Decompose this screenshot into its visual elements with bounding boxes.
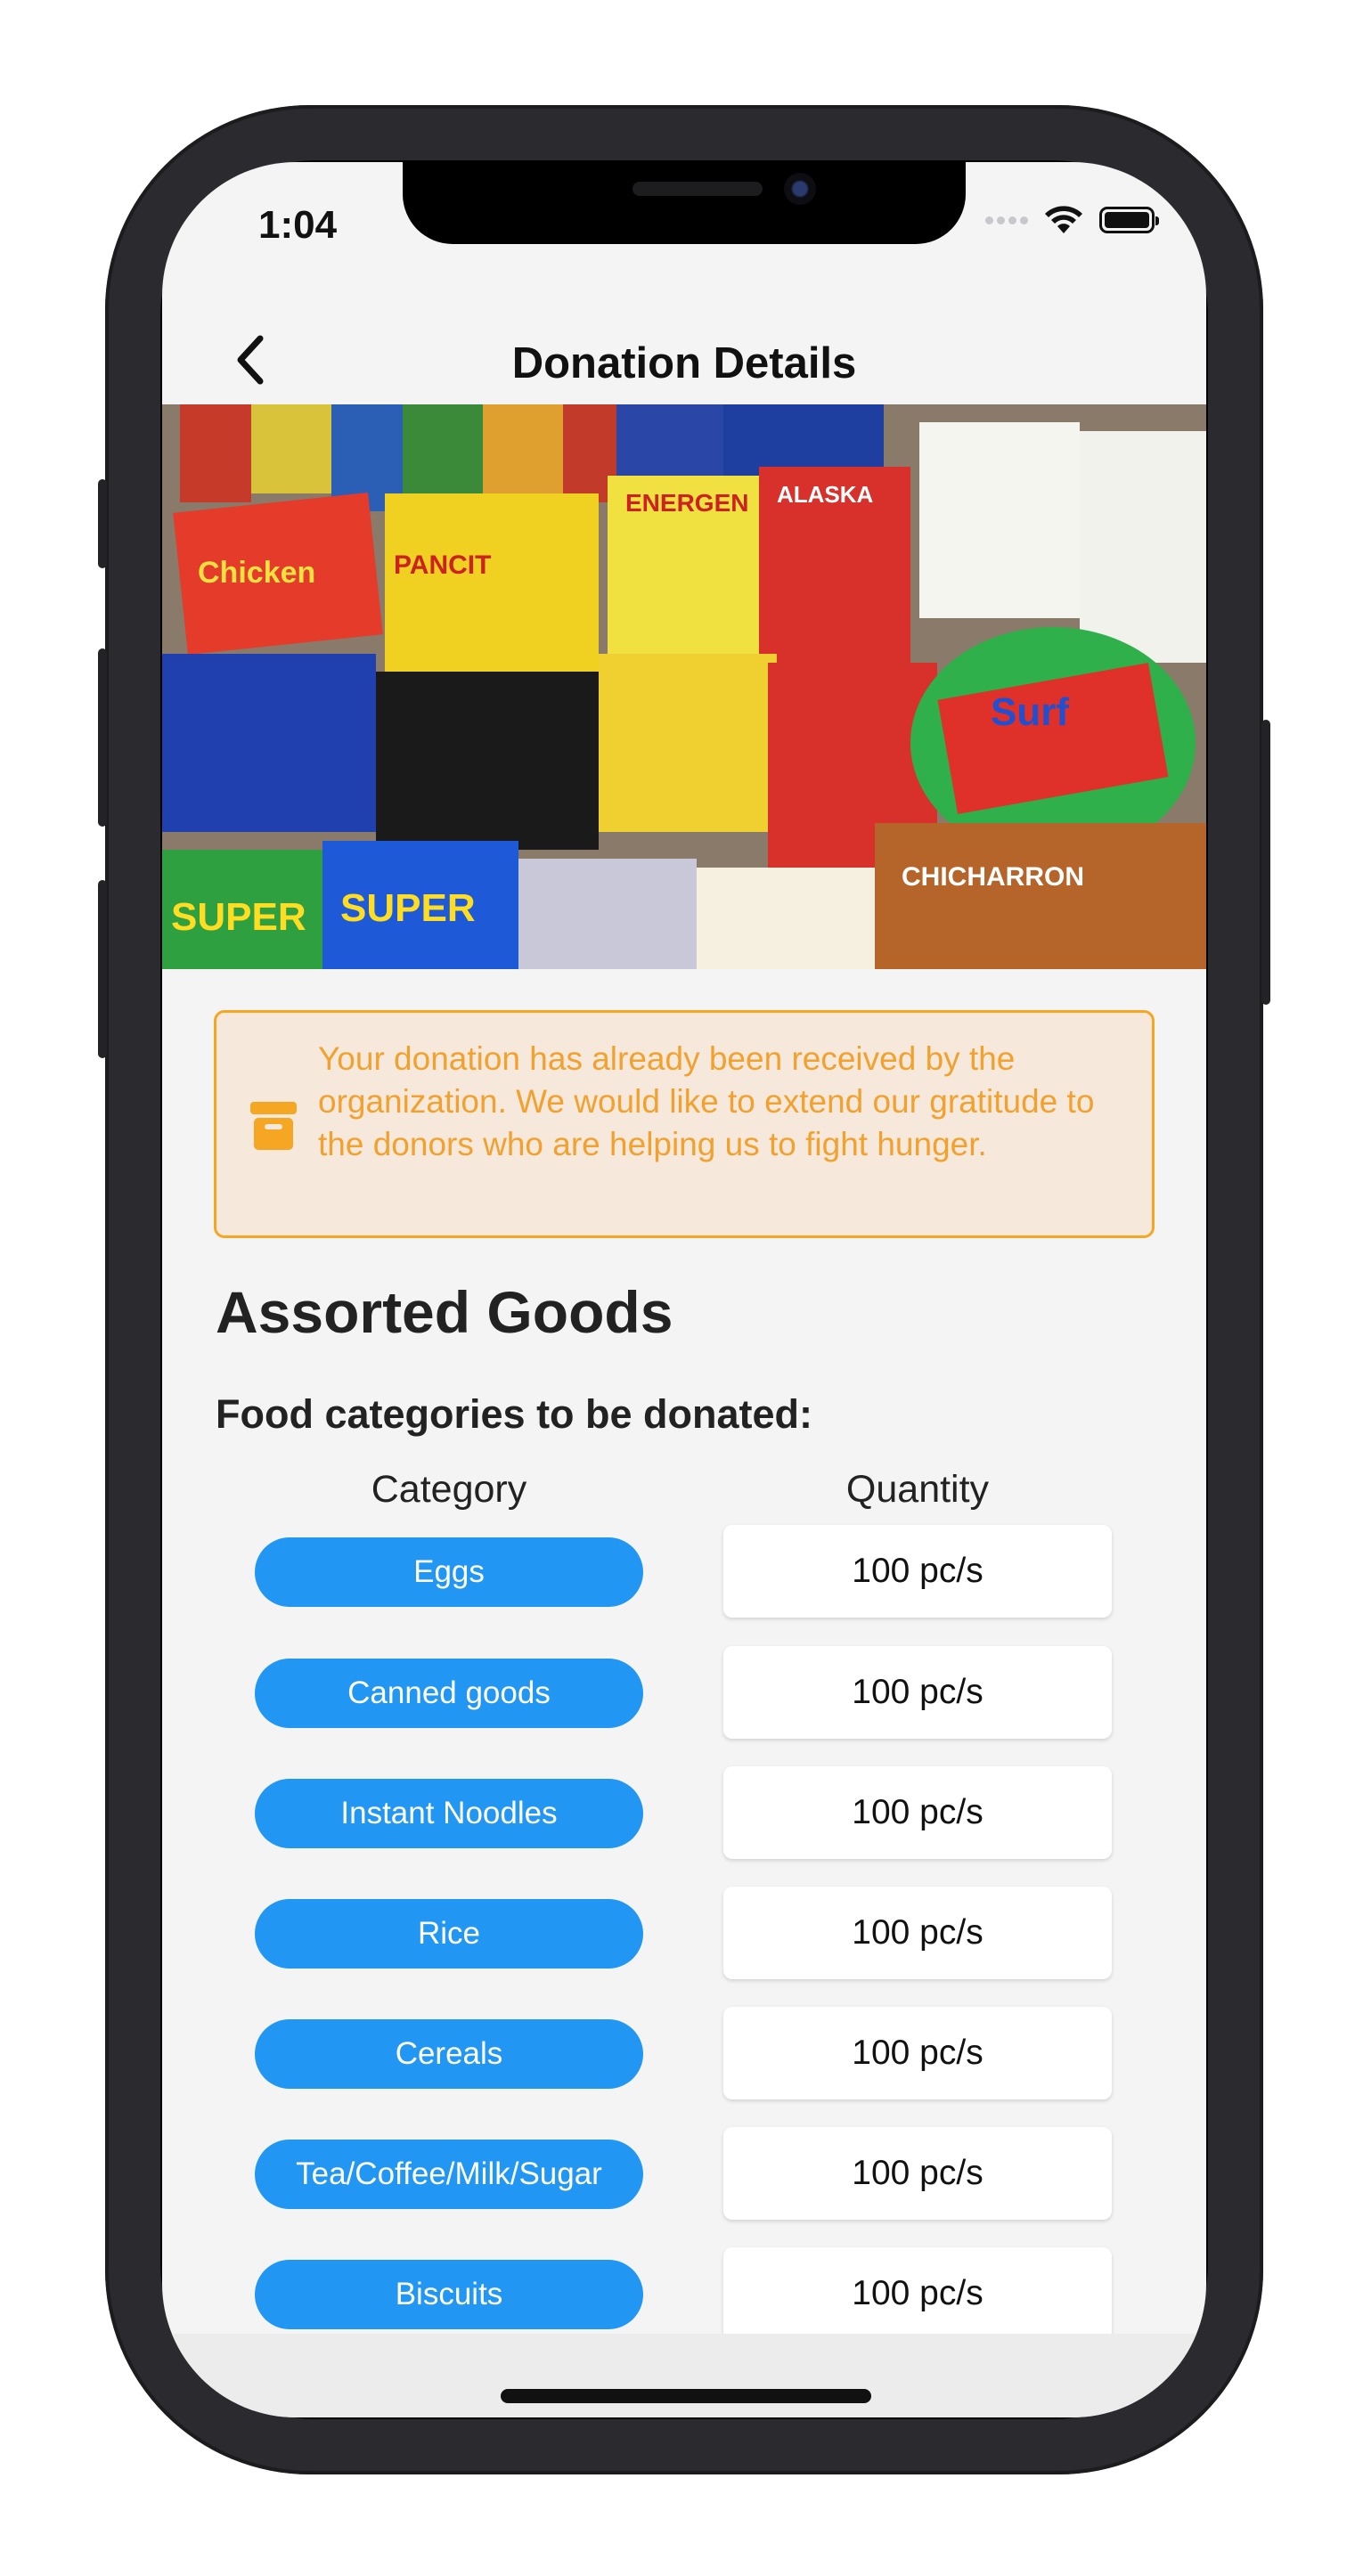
- svg-text:CHICHARRON: CHICHARRON: [902, 862, 1084, 892]
- svg-text:SUPER: SUPER: [340, 886, 476, 930]
- status-time: 1:04: [258, 203, 338, 247]
- status-indicators: [985, 205, 1159, 235]
- volume-down-button: [98, 880, 107, 1058]
- earpiece-speaker: [633, 182, 763, 196]
- svg-text:ALASKA: ALASKA: [777, 481, 874, 508]
- quantity-value: 100 pc/s: [723, 2127, 1112, 2220]
- category-pill-eggs[interactable]: Eggs: [255, 1537, 643, 1607]
- notice-message: Your donation has already been received …: [318, 1040, 1095, 1162]
- svg-text:PANCIT: PANCIT: [394, 550, 491, 580]
- quantity-value: 100 pc/s: [723, 1525, 1112, 1618]
- category-row: Cereals 100 pc/s: [162, 2007, 1206, 2101]
- category-row: Canned goods 100 pc/s: [162, 1646, 1206, 1740]
- svg-text:SUPER: SUPER: [171, 895, 306, 939]
- categories-heading: Food categories to be donated:: [216, 1391, 813, 1437]
- category-column-header: Category: [371, 1468, 527, 1511]
- quantity-value: 100 pc/s: [723, 2247, 1112, 2340]
- battery-icon: [1099, 207, 1159, 233]
- category-row: Instant Noodles 100 pc/s: [162, 1766, 1206, 1861]
- cellular-signal-icon: [985, 216, 1028, 224]
- category-row: Eggs 100 pc/s: [162, 1525, 1206, 1619]
- svg-text:ENERGEN: ENERGEN: [625, 489, 748, 517]
- category-row: Biscuits 100 pc/s: [162, 2247, 1206, 2342]
- bottom-safe-area: [162, 2334, 1206, 2417]
- quantity-value: 100 pc/s: [723, 1887, 1112, 1979]
- category-pill-rice[interactable]: Rice: [255, 1899, 643, 1969]
- category-pill-biscuits[interactable]: Biscuits: [255, 2260, 643, 2329]
- category-row: Rice 100 pc/s: [162, 1887, 1206, 1981]
- page-title: Donation Details: [511, 339, 857, 387]
- notch: [403, 162, 966, 244]
- wifi-icon: [1045, 206, 1082, 233]
- silent-switch: [98, 479, 107, 568]
- svg-text:Chicken: Chicken: [198, 556, 315, 590]
- front-camera: [784, 173, 816, 205]
- archive-box-icon: [250, 1102, 297, 1150]
- app-screen: 1:04 Donation Details Chicken PANCIT ENE…: [162, 162, 1206, 2417]
- donation-title: Assorted Goods: [216, 1279, 673, 1345]
- category-pill-instant-noodles[interactable]: Instant Noodles: [255, 1779, 643, 1848]
- donation-photo: Chicken PANCIT ENERGEN ALASKA Surf SUPER…: [162, 404, 1206, 969]
- category-pill-canned-goods[interactable]: Canned goods: [255, 1659, 643, 1728]
- quantity-value: 100 pc/s: [723, 1766, 1112, 1859]
- donation-received-notice: Your donation has already been received …: [214, 1010, 1155, 1238]
- category-pill-cereals[interactable]: Cereals: [255, 2019, 643, 2089]
- category-pill-tea-coffee-milk-sugar[interactable]: Tea/Coffee/Milk/Sugar: [255, 2140, 643, 2209]
- volume-up-button: [98, 648, 107, 827]
- quantity-value: 100 pc/s: [723, 2007, 1112, 2099]
- quantity-value: 100 pc/s: [723, 1646, 1112, 1739]
- home-indicator[interactable]: [501, 2389, 871, 2403]
- navigation-bar: Donation Details: [162, 305, 1206, 412]
- power-button: [1261, 720, 1270, 1005]
- svg-text:Surf: Surf: [991, 690, 1069, 734]
- quantity-column-header: Quantity: [845, 1468, 990, 1511]
- category-row: Tea/Coffee/Milk/Sugar 100 pc/s: [162, 2127, 1206, 2221]
